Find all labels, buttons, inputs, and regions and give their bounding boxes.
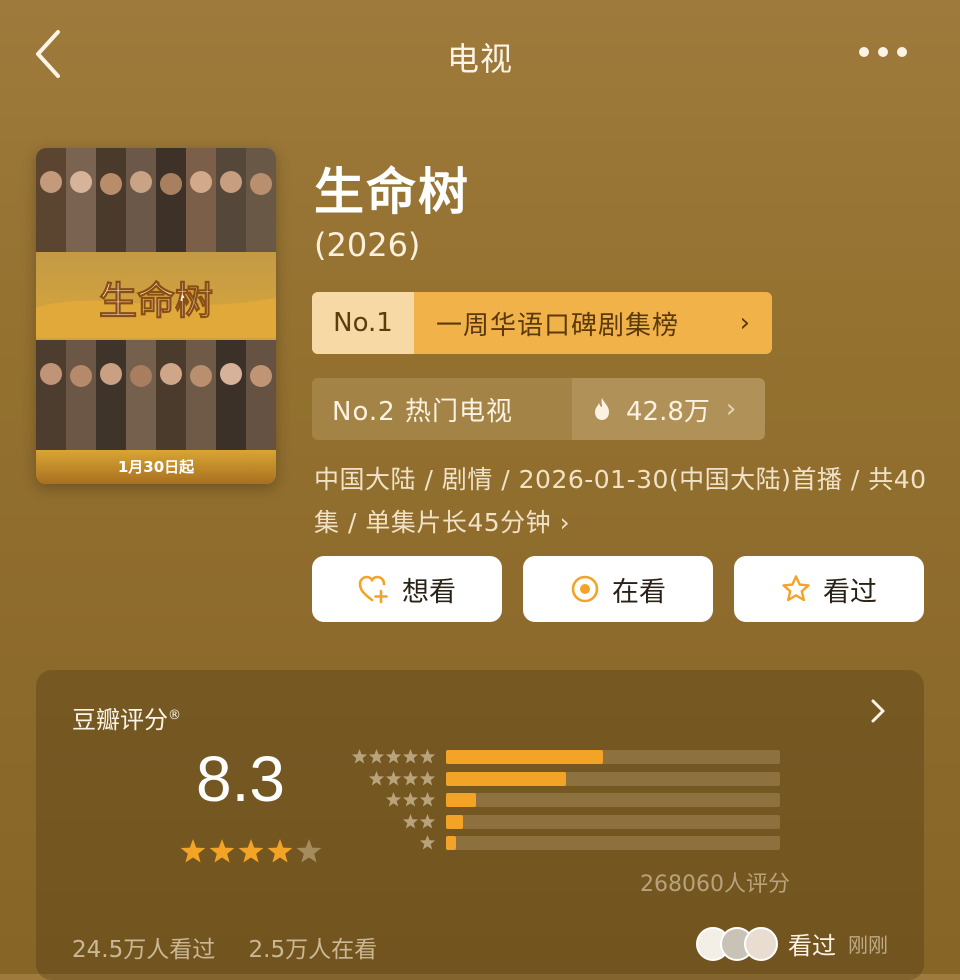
want-label: 想看 xyxy=(402,576,456,608)
poster-image[interactable]: 生命树 1月30日起 xyxy=(36,148,276,484)
chevron-right-icon[interactable] xyxy=(868,696,888,726)
rank-label: 一周华语口碑剧集榜 xyxy=(436,310,680,341)
distribution-stars-icon xyxy=(351,749,436,764)
rating-card[interactable]: 豆瓣评分® 8.3 268060人评分 24.5万人看过 2.5万人在看 看过 … xyxy=(36,670,924,980)
hot-rank-label: No.2 热门电视 xyxy=(332,396,513,427)
distribution-stars-icon xyxy=(419,835,436,850)
registered-mark: ® xyxy=(168,708,181,723)
distribution-track xyxy=(446,750,780,764)
watching-count: 2.5万人在看 xyxy=(248,937,378,963)
distribution-bar xyxy=(446,750,603,764)
score-stars xyxy=(180,839,322,863)
watched-button[interactable]: 看过 xyxy=(734,556,924,622)
hot-count[interactable]: 42.8万 › xyxy=(572,378,765,440)
rank-number: No.1 xyxy=(312,292,414,354)
chevron-right-icon: › xyxy=(725,394,737,424)
friend-activity[interactable]: 看过 刚刚 xyxy=(696,926,888,961)
rating-title: 豆瓣评分® xyxy=(72,700,181,735)
distribution-row-3-star xyxy=(350,792,790,807)
distribution-bar xyxy=(446,814,463,829)
chevron-right-icon: › xyxy=(739,308,750,338)
distribution-stars-icon xyxy=(385,792,436,807)
star-outline-icon xyxy=(782,575,810,602)
movie-info[interactable]: 中国大陆 / 剧情 / 2026-01-30(中国大陆)首播 / 共40集 / … xyxy=(314,458,934,544)
distribution-row-2-star xyxy=(350,813,790,829)
distribution-track xyxy=(446,771,780,786)
want-to-watch-button[interactable]: 想看 xyxy=(312,556,502,622)
chevron-right-icon: › xyxy=(559,508,571,537)
avatar xyxy=(744,926,778,961)
distribution-stars-icon xyxy=(368,770,436,785)
top-bar: 电视 xyxy=(0,0,960,110)
rating-count: 268060人评分 xyxy=(640,872,790,897)
target-icon xyxy=(571,575,599,603)
star-filled-icon xyxy=(238,839,264,863)
distribution-track xyxy=(446,836,780,850)
distribution-stars-icon xyxy=(402,813,436,828)
poster-title-text: 生命树 xyxy=(99,280,213,323)
distribution-bar xyxy=(446,793,477,807)
movie-info-text: 中国大陆 / 剧情 / 2026-01-30(中国大陆)首播 / 共40集 / … xyxy=(314,465,927,537)
hot-count-value: 42.8万 xyxy=(626,396,710,427)
rating-title-text: 豆瓣评分 xyxy=(72,706,168,734)
distribution-bar xyxy=(446,836,457,850)
watching-button[interactable]: 在看 xyxy=(523,556,713,622)
star-filled-icon xyxy=(267,839,293,863)
page-title: 电视 xyxy=(446,40,513,78)
distribution-track xyxy=(446,814,780,829)
rating-score: 8.3 xyxy=(196,743,285,815)
rank-badge-weekly[interactable]: No.1 一周华语口碑剧集榜 › xyxy=(312,292,772,354)
distribution-row-1-star xyxy=(350,835,790,850)
audience-stats: 24.5万人看过 2.5万人在看 xyxy=(72,930,403,964)
more-icon[interactable] xyxy=(856,44,910,60)
movie-year: (2026) xyxy=(314,226,421,264)
poster-date-text: 1月30日起 xyxy=(118,458,195,476)
watched-label: 看过 xyxy=(823,576,877,608)
star-filled-icon xyxy=(180,839,206,863)
star-empty-icon xyxy=(296,839,322,863)
distribution-row-4-star xyxy=(350,770,790,786)
distribution-row-5-star xyxy=(350,749,790,764)
rank-badge-hot[interactable]: No.2 热门电视 42.8万 › xyxy=(312,378,765,440)
watching-label: 在看 xyxy=(612,576,666,608)
friend-status: 看过 xyxy=(788,932,836,960)
friend-time: 刚刚 xyxy=(848,933,888,957)
fire-icon xyxy=(595,398,609,420)
seen-count: 24.5万人看过 xyxy=(72,937,216,963)
distribution-bar xyxy=(446,771,567,786)
distribution-track xyxy=(446,793,780,807)
star-filled-icon xyxy=(209,839,235,863)
heart-plus-icon xyxy=(358,575,388,604)
movie-title: 生命树 xyxy=(314,163,470,221)
